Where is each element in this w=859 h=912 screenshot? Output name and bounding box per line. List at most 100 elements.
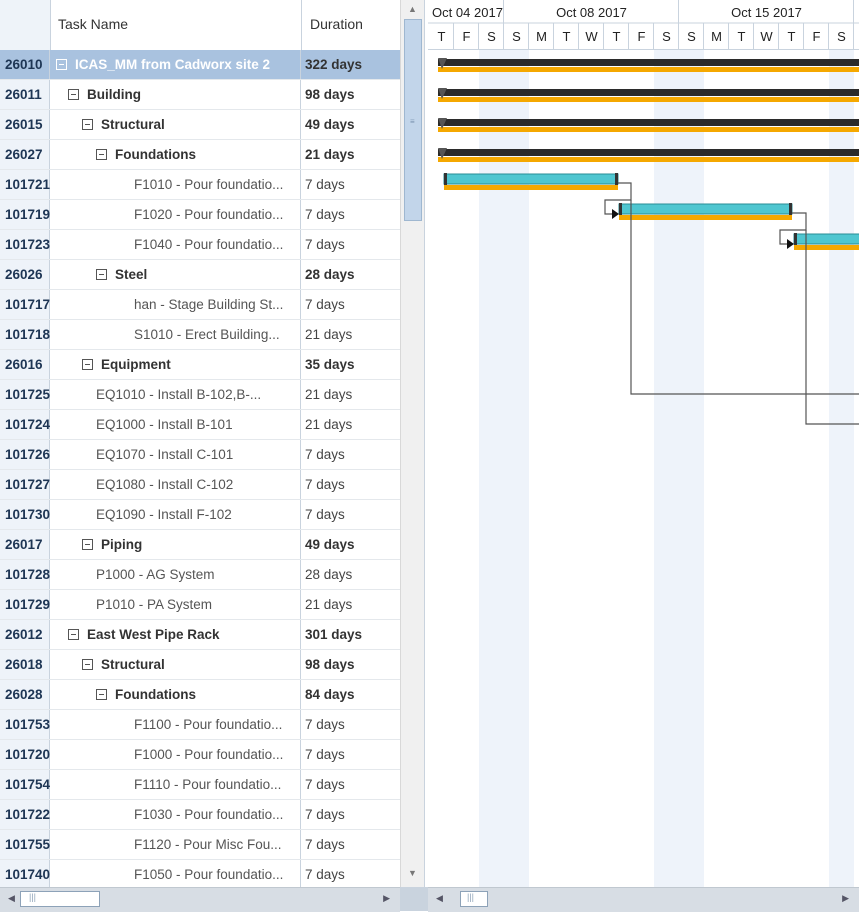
duration-cell[interactable]: 21 days (302, 320, 400, 349)
task-row[interactable]: 101721 F1010 - Pour foundatio... 7 days (0, 170, 400, 200)
task-row[interactable]: 101730 EQ1090 - Install F-102 7 days (0, 500, 400, 530)
task-row[interactable]: 101724 EQ1000 - Install B-101 21 days (0, 410, 400, 440)
task-name-cell[interactable]: Building (50, 80, 301, 109)
scroll-left-icon[interactable]: ◀ (8, 893, 15, 904)
duration-cell[interactable]: 322 days (302, 50, 400, 79)
task-bar[interactable] (618, 203, 793, 215)
task-row[interactable]: 101720 F1000 - Pour foundatio... 7 days (0, 740, 400, 770)
duration-cell[interactable]: 21 days (302, 380, 400, 409)
bar-handle-icon[interactable] (615, 173, 618, 185)
duration-cell[interactable]: 7 days (302, 200, 400, 229)
collapse-icon[interactable] (96, 688, 107, 700)
summary-bar[interactable] (438, 89, 859, 96)
task-row[interactable]: 101740 F1050 - Pour foundatio... 7 days (0, 860, 400, 890)
task-name-cell[interactable]: S1010 - Erect Building... (50, 320, 301, 349)
task-row[interactable]: 101726 EQ1070 - Install C-101 7 days (0, 440, 400, 470)
collapse-icon[interactable] (82, 538, 93, 550)
task-name-cell[interactable]: Equipment (50, 350, 301, 379)
task-row[interactable]: 101753 F1100 - Pour foundatio... 7 days (0, 710, 400, 740)
task-name-cell[interactable]: Piping (50, 530, 301, 559)
duration-cell[interactable]: 98 days (302, 650, 400, 679)
duration-cell[interactable]: 49 days (302, 110, 400, 139)
duration-cell[interactable]: 7 days (302, 800, 400, 829)
bar-handle-icon[interactable] (619, 203, 622, 215)
task-row[interactable]: 101717 han - Stage Building St... 7 days (0, 290, 400, 320)
id-column-header[interactable] (0, 0, 51, 50)
duration-cell[interactable]: 35 days (302, 350, 400, 379)
task-name-column-header[interactable]: Task Name (50, 0, 302, 50)
task-row[interactable]: 26027 Foundations 21 days (0, 140, 400, 170)
task-row[interactable]: 101729 P1010 - PA System 21 days (0, 590, 400, 620)
task-row[interactable]: 101718 S1010 - Erect Building... 21 days (0, 320, 400, 350)
duration-cell[interactable]: 7 days (302, 770, 400, 799)
task-row[interactable]: 101725 EQ1010 - Install B-102,B-... 21 day… (0, 380, 400, 410)
grid-horizontal-scrollbar[interactable]: ◀ ||| ▶ (0, 887, 400, 912)
duration-cell[interactable]: 21 days (302, 140, 400, 169)
bar-handle-icon[interactable] (444, 173, 447, 185)
grid-horizontal-scroll-thumb[interactable]: ||| (20, 891, 100, 907)
collapse-icon[interactable] (96, 148, 107, 160)
collapse-icon[interactable] (68, 88, 79, 100)
duration-cell[interactable]: 21 days (302, 410, 400, 439)
task-name-cell[interactable]: EQ1070 - Install C-101 (50, 440, 301, 469)
task-name-cell[interactable]: ICAS_MM from Cadworx site 2 (50, 50, 301, 79)
duration-cell[interactable]: 7 days (302, 500, 400, 529)
collapse-icon[interactable] (56, 58, 67, 70)
duration-cell[interactable]: 28 days (302, 260, 400, 289)
duration-cell[interactable]: 301 days (302, 620, 400, 649)
task-name-cell[interactable]: F1030 - Pour foundatio... (50, 800, 301, 829)
task-row[interactable]: 26015 Structural 49 days (0, 110, 400, 140)
task-name-cell[interactable]: F1050 - Pour foundatio... (50, 860, 301, 889)
task-name-cell[interactable]: F1100 - Pour foundatio... (50, 710, 301, 739)
task-row[interactable]: 26026 Steel 28 days (0, 260, 400, 290)
task-name-cell[interactable]: F1020 - Pour foundatio... (50, 200, 301, 229)
collapse-icon[interactable] (68, 628, 79, 640)
duration-cell[interactable]: 7 days (302, 830, 400, 859)
duration-cell[interactable]: 21 days (302, 590, 400, 619)
task-row[interactable]: 26011 Building 98 days (0, 80, 400, 110)
scroll-left-icon[interactable]: ◀ (436, 893, 443, 904)
duration-cell[interactable]: 7 days (302, 710, 400, 739)
task-row[interactable]: 26018 Structural 98 days (0, 650, 400, 680)
summary-bar[interactable] (438, 59, 859, 66)
collapse-icon[interactable] (82, 358, 93, 370)
task-name-cell[interactable]: P1000 - AG System (50, 560, 301, 589)
duration-cell[interactable]: 7 days (302, 470, 400, 499)
duration-cell[interactable]: 84 days (302, 680, 400, 709)
vertical-scroll-thumb[interactable]: ≡ (404, 19, 422, 221)
task-name-cell[interactable]: F1120 - Pour Misc Fou... (50, 830, 301, 859)
task-row[interactable]: 101755 F1120 - Pour Misc Fou... 7 days (0, 830, 400, 860)
task-row[interactable]: 101719 F1020 - Pour foundatio... 7 days (0, 200, 400, 230)
task-name-cell[interactable]: EQ1000 - Install B-101 (50, 410, 301, 439)
duration-cell[interactable]: 49 days (302, 530, 400, 559)
duration-cell[interactable]: 7 days (302, 740, 400, 769)
scroll-up-icon[interactable]: ▲ (408, 4, 417, 14)
task-name-cell[interactable]: Structural (50, 650, 301, 679)
task-row[interactable]: 101728 P1000 - AG System 28 days (0, 560, 400, 590)
task-bar[interactable] (443, 173, 619, 185)
scroll-down-icon[interactable]: ▼ (408, 868, 417, 878)
collapse-icon[interactable] (82, 118, 93, 130)
scroll-right-icon[interactable]: ▶ (842, 893, 849, 904)
gantt-horizontal-scrollbar[interactable]: ◀ ||| ▶ (428, 887, 859, 912)
summary-bar[interactable] (438, 119, 859, 126)
task-name-cell[interactable]: P1010 - PA System (50, 590, 301, 619)
task-row[interactable]: 101727 EQ1080 - Install C-102 7 days (0, 470, 400, 500)
bar-handle-icon[interactable] (794, 233, 797, 245)
task-name-cell[interactable]: Foundations (50, 140, 301, 169)
task-row[interactable]: 26028 Foundations 84 days (0, 680, 400, 710)
task-row[interactable]: 101722 F1030 - Pour foundatio... 7 days (0, 800, 400, 830)
task-name-cell[interactable]: F1040 - Pour foundatio... (50, 230, 301, 259)
duration-column-header[interactable]: Duration (302, 0, 400, 50)
task-name-cell[interactable]: East West Pipe Rack (50, 620, 301, 649)
collapse-icon[interactable] (82, 658, 93, 670)
task-name-cell[interactable]: EQ1090 - Install F-102 (50, 500, 301, 529)
task-name-cell[interactable]: EQ1080 - Install C-102 (50, 470, 301, 499)
task-name-cell[interactable]: Foundations (50, 680, 301, 709)
task-name-cell[interactable]: F1010 - Pour foundatio... (50, 170, 301, 199)
scroll-right-icon[interactable]: ▶ (383, 893, 390, 904)
duration-cell[interactable]: 98 days (302, 80, 400, 109)
task-name-cell[interactable]: han - Stage Building St... (50, 290, 301, 319)
collapse-icon[interactable] (96, 268, 107, 280)
task-name-cell[interactable]: Structural (50, 110, 301, 139)
